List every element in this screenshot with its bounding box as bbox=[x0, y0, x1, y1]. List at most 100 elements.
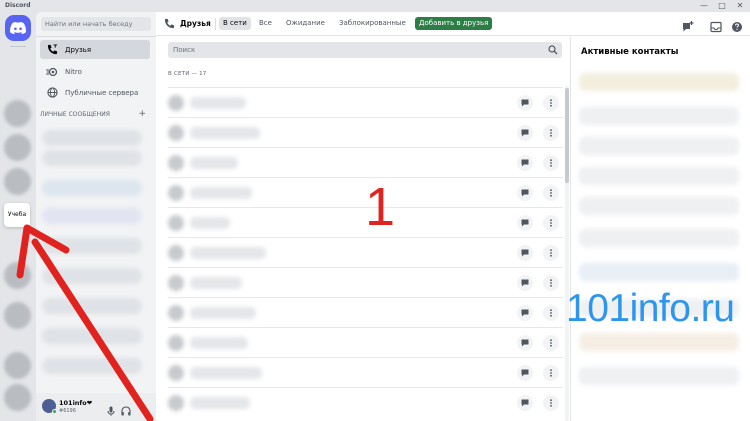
friend-row[interactable] bbox=[168, 357, 563, 387]
maximize-button[interactable]: □ bbox=[716, 1, 728, 11]
dm-item[interactable] bbox=[42, 358, 142, 374]
friend-row[interactable] bbox=[168, 327, 563, 357]
discord-home-button[interactable] bbox=[5, 15, 31, 41]
server-icon[interactable] bbox=[4, 302, 31, 329]
more-options-button[interactable] bbox=[543, 125, 559, 141]
friend-row[interactable] bbox=[168, 267, 563, 297]
scrollbar[interactable] bbox=[565, 86, 569, 421]
active-contact[interactable] bbox=[579, 263, 739, 281]
server-icon[interactable] bbox=[4, 100, 31, 127]
friends-search-input[interactable]: Поиск bbox=[168, 42, 562, 58]
active-contact[interactable] bbox=[579, 197, 739, 215]
dm-sidebar: Найти или начать беседу Друзья Nitro Пуб… bbox=[36, 12, 156, 421]
more-options-button[interactable] bbox=[543, 365, 559, 381]
friend-name bbox=[190, 217, 230, 229]
sidebar-item-nitro[interactable]: Nitro bbox=[40, 62, 150, 81]
active-contact[interactable] bbox=[579, 167, 739, 185]
dm-item[interactable] bbox=[42, 208, 142, 224]
avatar bbox=[168, 155, 184, 171]
active-contact[interactable] bbox=[579, 367, 739, 385]
dm-item[interactable] bbox=[42, 238, 142, 254]
dm-item[interactable] bbox=[42, 328, 142, 344]
message-button[interactable] bbox=[517, 215, 533, 231]
create-dm-button[interactable]: + bbox=[138, 109, 146, 119]
more-options-button[interactable] bbox=[543, 395, 559, 411]
friend-row[interactable] bbox=[168, 387, 563, 417]
message-button[interactable] bbox=[517, 185, 533, 201]
server-icon[interactable] bbox=[4, 384, 31, 411]
more-options-button[interactable] bbox=[543, 335, 559, 351]
avatar bbox=[168, 335, 184, 351]
new-group-dm-icon[interactable] bbox=[682, 18, 694, 32]
avatar[interactable] bbox=[42, 399, 57, 414]
more-options-button[interactable] bbox=[543, 275, 559, 291]
scrollbar-thumb[interactable] bbox=[565, 88, 569, 183]
user-tag: #6196 bbox=[59, 408, 76, 414]
tab-pending[interactable]: Ожидание bbox=[282, 17, 329, 30]
tab-blocked[interactable]: Заблокированные bbox=[335, 17, 410, 30]
dm-item[interactable] bbox=[42, 268, 142, 284]
dm-item[interactable] bbox=[42, 180, 142, 196]
sidebar-item-public-servers[interactable]: Публичные сервера bbox=[40, 83, 150, 102]
active-contact[interactable] bbox=[579, 229, 739, 247]
more-options-button[interactable] bbox=[543, 305, 559, 321]
friend-row[interactable] bbox=[168, 87, 563, 117]
message-button[interactable] bbox=[517, 335, 533, 351]
friend-name bbox=[190, 187, 252, 199]
avatar bbox=[168, 215, 184, 231]
minimize-button[interactable]: — bbox=[698, 1, 710, 11]
username: 101info❤ bbox=[59, 399, 93, 407]
dm-item[interactable] bbox=[42, 130, 142, 146]
tab-online[interactable]: В сети bbox=[219, 17, 251, 30]
search-placeholder: Поиск bbox=[173, 46, 196, 54]
more-options-button[interactable] bbox=[543, 245, 559, 261]
more-vertical-icon bbox=[550, 219, 552, 227]
server-icon[interactable] bbox=[4, 134, 31, 161]
headphones-icon[interactable] bbox=[121, 401, 131, 416]
message-button[interactable] bbox=[517, 275, 533, 291]
microphone-icon[interactable] bbox=[106, 401, 116, 416]
message-button[interactable] bbox=[517, 365, 533, 381]
watermark-text: 101info.ru bbox=[566, 287, 735, 330]
message-button[interactable] bbox=[517, 95, 533, 111]
active-contacts-panel: Активные контакты bbox=[570, 37, 750, 421]
chat-bubble-icon bbox=[521, 99, 529, 107]
server-icon[interactable] bbox=[4, 262, 31, 289]
more-options-button[interactable] bbox=[543, 155, 559, 171]
active-contact[interactable] bbox=[579, 73, 739, 91]
server-icon[interactable] bbox=[4, 168, 31, 195]
message-button[interactable] bbox=[517, 125, 533, 141]
message-button[interactable] bbox=[517, 305, 533, 321]
more-options-button[interactable] bbox=[543, 215, 559, 231]
rail-separator bbox=[10, 46, 26, 47]
add-friend-button[interactable]: Добавить в друзья bbox=[415, 17, 493, 30]
friend-row[interactable] bbox=[168, 237, 563, 267]
chat-bubble-icon bbox=[521, 189, 529, 197]
sidebar-divider bbox=[36, 36, 156, 37]
dm-item[interactable] bbox=[42, 298, 142, 314]
online-count: В СЕТИ — 17 bbox=[168, 71, 207, 77]
chat-bubble-icon bbox=[521, 309, 529, 317]
chat-bubble-icon bbox=[521, 249, 529, 257]
user-panel: 101info❤ #6196 bbox=[36, 393, 156, 421]
friend-row[interactable] bbox=[168, 117, 563, 147]
friend-row[interactable] bbox=[168, 147, 563, 177]
friend-row[interactable] bbox=[168, 297, 563, 327]
help-icon[interactable] bbox=[731, 18, 743, 32]
more-options-button[interactable] bbox=[543, 95, 559, 111]
dm-item[interactable] bbox=[42, 150, 142, 166]
close-button[interactable]: ✕ bbox=[734, 1, 746, 11]
more-options-button[interactable] bbox=[543, 185, 559, 201]
server-icon[interactable] bbox=[4, 352, 31, 379]
message-button[interactable] bbox=[517, 155, 533, 171]
inbox-icon[interactable] bbox=[710, 18, 722, 33]
sidebar-item-friends[interactable]: Друзья bbox=[40, 40, 150, 59]
active-contact[interactable] bbox=[579, 137, 739, 155]
active-contact[interactable] bbox=[579, 107, 739, 125]
message-button[interactable] bbox=[517, 395, 533, 411]
tab-all[interactable]: Все bbox=[255, 17, 276, 30]
find-conversation-input[interactable]: Найти или начать беседу bbox=[41, 17, 151, 31]
active-contact[interactable] bbox=[579, 333, 739, 351]
friend-name bbox=[190, 157, 238, 169]
message-button[interactable] bbox=[517, 245, 533, 261]
